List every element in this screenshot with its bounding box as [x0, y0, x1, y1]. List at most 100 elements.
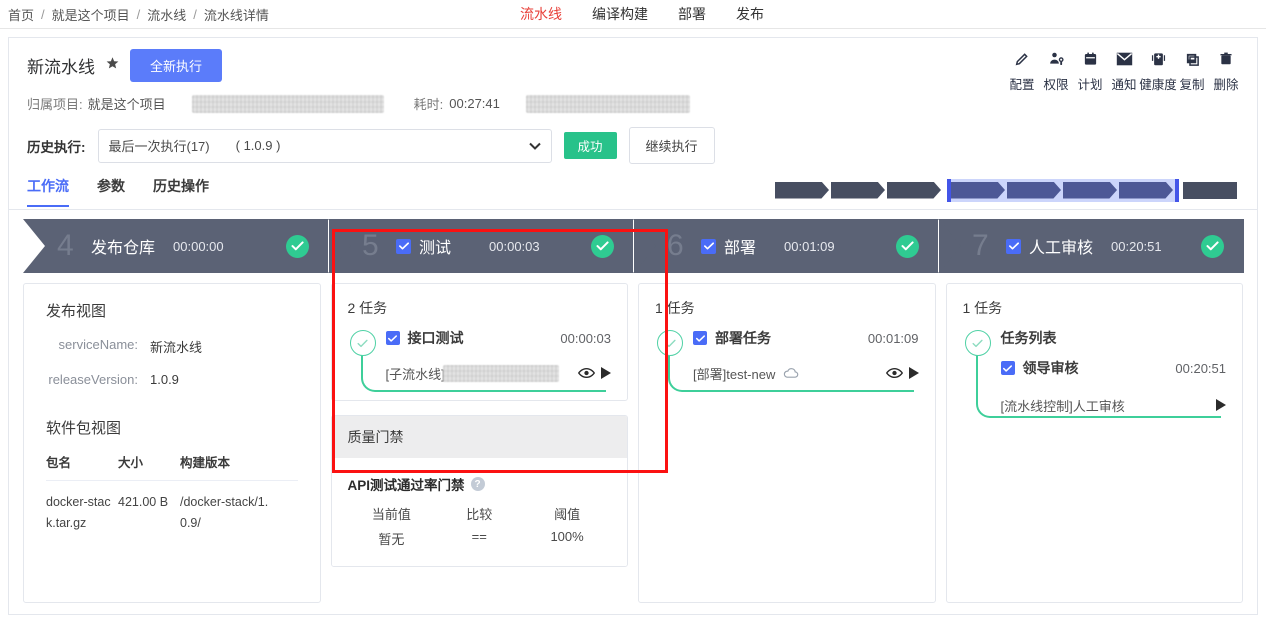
- tab-workflow[interactable]: 工作流: [27, 176, 69, 207]
- stage-minimap[interactable]: [771, 178, 1243, 202]
- nav-item-release[interactable]: 发布: [736, 4, 764, 24]
- approval-task-card: 1 任务 任务列表 领导审核 00:20:51 [流水线控制]人工审核: [945, 283, 1243, 603]
- history-label: 历史执行:: [27, 139, 86, 155]
- user-permission-icon: [1048, 48, 1065, 70]
- column-release-repo: 发布视图 serviceName: 新流水线 releaseVersion: 1…: [23, 283, 321, 603]
- cell-package-version: /docker-stack/1.0.9/: [180, 495, 269, 530]
- top-nav: 流水线 编译构建 部署 发布: [520, 0, 764, 28]
- action-toolbar: 配置 权限 计划 通知 健康度 复制 删除: [1005, 48, 1243, 93]
- task-sub-row: [子流水线]: [385, 362, 611, 384]
- help-icon[interactable]: ?: [470, 477, 485, 491]
- duration-value: 00:27:41: [449, 96, 500, 111]
- column-header-version: 构建版本: [180, 456, 231, 470]
- minimap-group-unselected-right[interactable]: [1179, 179, 1243, 202]
- plan-label: 计划: [1077, 78, 1103, 92]
- history-select-value: 最后一次执行(17): [108, 139, 210, 154]
- eye-icon[interactable]: [885, 367, 903, 379]
- run-pipeline-button[interactable]: 全新执行: [130, 48, 223, 82]
- minimap-group-unselected-left[interactable]: [771, 179, 947, 202]
- tab-history-ops[interactable]: 历史操作: [153, 176, 209, 207]
- stage-4[interactable]: 4 发布仓库 00:00:00: [23, 219, 329, 273]
- nav-item-pipeline[interactable]: 流水线: [520, 4, 562, 24]
- health-clipboard-icon: [1151, 48, 1166, 70]
- redacted-field-1: [191, 94, 384, 113]
- stage-checkbox[interactable]: [1006, 238, 1021, 254]
- stage-6[interactable]: 6 部署 00:01:09: [633, 219, 939, 273]
- task-count: 1 任务: [655, 300, 695, 316]
- task-row: 部署任务 00:01:09: [693, 328, 919, 348]
- history-select-version: ( 1.0.9 ): [235, 138, 281, 153]
- task-checkbox[interactable]: [385, 331, 400, 345]
- column-test: 2 任务 接口测试 00:00:03 [子流水线] 质量门禁 API测试通过率门…: [330, 283, 628, 603]
- check-circle-icon: [591, 234, 614, 258]
- permission-button[interactable]: 权限: [1039, 48, 1073, 93]
- cell-package-name: docker-stack.tar.gz: [46, 495, 111, 530]
- breadcrumb-item-pipeline-detail[interactable]: 流水线详情: [204, 5, 269, 24]
- release-view-title: 发布视图: [46, 303, 107, 320]
- continue-execution-button[interactable]: 继续执行: [628, 127, 715, 164]
- check-circle-icon: [349, 330, 376, 356]
- task-checkbox[interactable]: [693, 331, 707, 345]
- minimap-segment: [775, 181, 829, 199]
- stage-name: 人工审核: [1029, 240, 1094, 257]
- breadcrumb-item-home[interactable]: 首页: [8, 5, 34, 24]
- check-circle-icon: [286, 234, 309, 258]
- stage-number: 5: [362, 229, 379, 262]
- task-actions: [1216, 399, 1226, 411]
- table-header-row: 包名 大小 构建版本: [46, 452, 298, 481]
- task-name: 接口测试: [407, 330, 464, 346]
- gate-compare-col: 比较 ==: [435, 504, 523, 548]
- nav-item-build[interactable]: 编译构建: [592, 4, 648, 24]
- calendar-icon: [1083, 48, 1098, 70]
- column-deploy: 1 任务 部署任务 00:01:09 [部署]test-new: [638, 283, 936, 603]
- delete-button[interactable]: 删除: [1209, 48, 1243, 93]
- copy-button[interactable]: 复制: [1175, 48, 1209, 93]
- envelope-icon: [1116, 48, 1133, 70]
- health-button[interactable]: 健康度: [1139, 48, 1177, 93]
- top-divider: [0, 28, 1266, 29]
- minimap-selection[interactable]: [947, 178, 1179, 202]
- task-block: 任务列表 领导审核 00:20:51 [流水线控制]人工审核: [963, 328, 1226, 418]
- stage-bar: 4 发布仓库 00:00:00 5 测试 00:00:03 6 部署 00:01…: [9, 219, 1257, 273]
- task-row: 接口测试 00:00:03: [385, 328, 611, 348]
- play-icon[interactable]: [908, 367, 919, 379]
- approval-control-label: [流水线控制]人工审核: [1000, 398, 1125, 414]
- quality-gate-title: 质量门禁: [331, 416, 627, 458]
- eye-icon[interactable]: [578, 367, 595, 379]
- notify-button[interactable]: 通知: [1107, 48, 1141, 93]
- plan-button[interactable]: 计划: [1073, 48, 1107, 93]
- stage-checkbox[interactable]: [396, 238, 411, 254]
- stage-time: 00:00:03: [489, 238, 540, 254]
- gate-current-col: 当前值 暂无: [348, 504, 436, 548]
- gate-header-threshold: 阈值: [554, 507, 581, 522]
- play-icon[interactable]: [601, 367, 611, 379]
- stage-time: 00:00:00: [173, 238, 224, 254]
- gate-header-compare: 比较: [466, 507, 493, 522]
- stage-7[interactable]: 7 人工审核 00:20:51: [938, 219, 1244, 273]
- play-icon[interactable]: [1216, 399, 1226, 411]
- tab-params[interactable]: 参数: [97, 176, 125, 207]
- release-version-value: 1.0.9: [150, 372, 179, 387]
- task-block: 部署任务 00:01:09 [部署]test-new: [655, 328, 919, 392]
- config-button[interactable]: 配置: [1005, 48, 1039, 93]
- stage-name: 测试: [419, 240, 452, 257]
- breadcrumb-item-pipeline[interactable]: 流水线: [147, 5, 186, 24]
- redacted-sub-pipeline-name: [442, 364, 559, 382]
- package-table: 包名 大小 构建版本 docker-stack.tar.gz 421.00 B …: [46, 452, 298, 533]
- stage-5[interactable]: 5 测试 00:00:03: [328, 219, 634, 273]
- history-select[interactable]: 最后一次执行(17) ( 1.0.9 ): [97, 128, 552, 163]
- minimap-segment: [1183, 181, 1237, 199]
- package-view-title: 软件包视图: [46, 420, 122, 437]
- star-icon[interactable]: [105, 56, 120, 74]
- task-group-title: 任务列表: [1000, 330, 1057, 346]
- sub-pipeline-label: [子流水线]: [385, 366, 445, 382]
- release-version-key: releaseVersion:: [48, 372, 138, 387]
- minimap-segment: [1063, 181, 1117, 199]
- delete-label: 删除: [1213, 78, 1239, 92]
- nav-item-deploy[interactable]: 部署: [678, 4, 706, 24]
- breadcrumb-item-project[interactable]: 就是这个项目: [52, 5, 130, 24]
- minimap-segment: [887, 181, 941, 199]
- stage-checkbox[interactable]: [701, 238, 716, 254]
- quality-gate-rule: API测试通过率门禁 ?: [348, 474, 612, 494]
- service-name-key: serviceName:: [58, 337, 138, 352]
